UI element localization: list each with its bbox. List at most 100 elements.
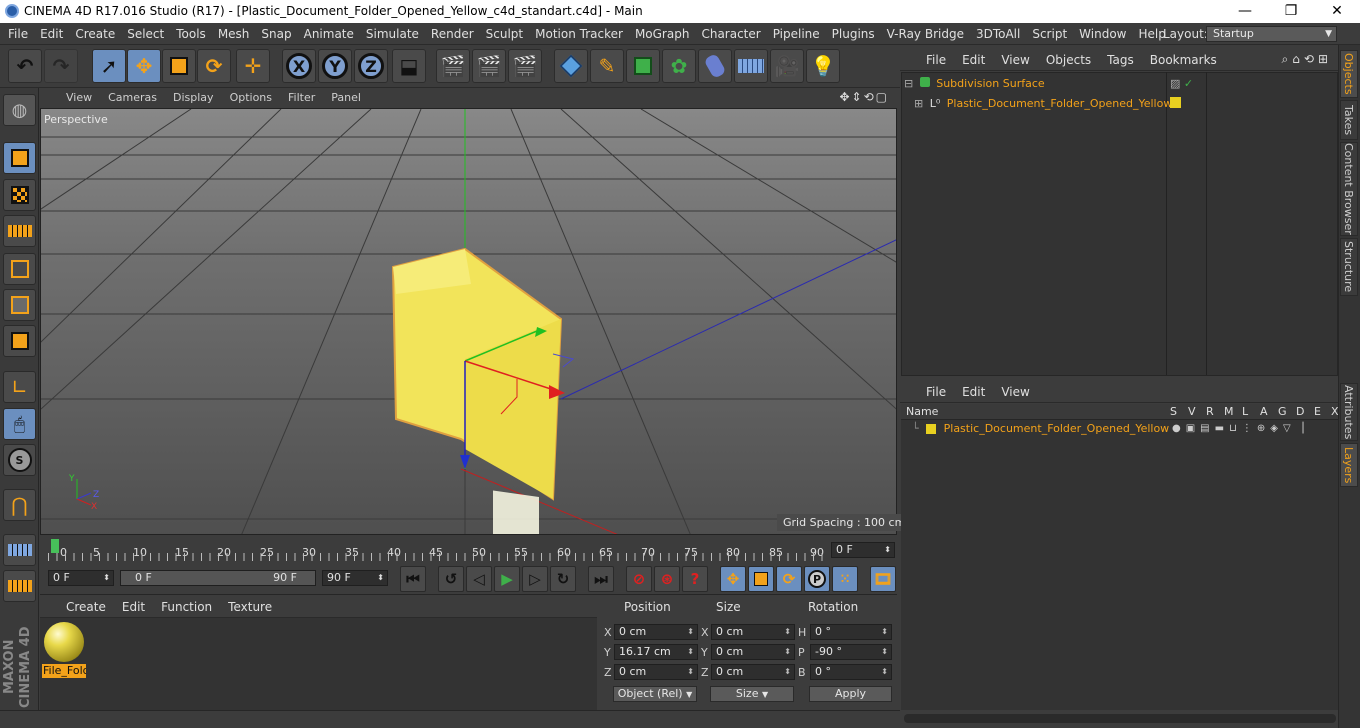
record-keys-button[interactable]: ⊘ [626, 566, 652, 592]
object-row-subdivision[interactable]: ⊟ Subdivision Surface [904, 75, 1045, 93]
menu-file[interactable]: File [2, 23, 34, 45]
make-editable-button[interactable]: ◍ [3, 94, 36, 126]
viewport-menu-cameras[interactable]: Cameras [100, 88, 165, 108]
column-view[interactable]: V [1188, 405, 1196, 418]
record-point-level-button[interactable]: ⁙ [832, 566, 858, 592]
tab-content-browser[interactable]: Content Browser [1340, 142, 1358, 236]
tab-attributes[interactable]: Attributes [1340, 383, 1358, 441]
add-light-button[interactable]: 💡 [806, 49, 840, 83]
workplane-mode-button[interactable] [3, 215, 36, 247]
menu-edit[interactable]: Edit [34, 23, 69, 45]
keyframe-selection-button[interactable]: ? [682, 566, 708, 592]
size-z-field[interactable]: 0 cm ⬍ [711, 664, 795, 680]
rotation-b-field[interactable]: 0 ° ⬍ [810, 664, 892, 680]
start-frame-field[interactable]: 0 F ⬍ [48, 570, 114, 586]
add-camera-button[interactable]: 🎥 [770, 49, 804, 83]
timeline-window-button[interactable]: 🎞 [870, 566, 896, 592]
object-menu-file[interactable]: File [918, 49, 954, 71]
subdivision-visibility-icons[interactable]: ▨ ✓ [1170, 77, 1193, 90]
playhead-marker[interactable] [51, 539, 59, 553]
column-expressions[interactable]: E [1314, 405, 1321, 418]
column-animation[interactable]: A [1260, 405, 1268, 418]
record-parameter-button[interactable]: P [804, 566, 830, 592]
menu-select[interactable]: Select [121, 23, 170, 45]
coordinate-mode-dropdown[interactable]: Object (Rel) ▼ [613, 686, 697, 702]
undo-button[interactable]: ↶ [8, 49, 42, 83]
add-subdivision-button[interactable] [626, 49, 660, 83]
object-menu-bookmarks[interactable]: Bookmarks [1142, 49, 1225, 71]
edges-mode-button[interactable] [3, 289, 36, 321]
autokeying-button[interactable]: ⊛ [654, 566, 680, 592]
model-mode-button[interactable] [3, 142, 36, 174]
redo-button[interactable]: ↷ [44, 49, 78, 83]
menu-snap[interactable]: Snap [255, 23, 297, 45]
tab-takes[interactable]: Takes [1340, 100, 1358, 140]
tab-layers[interactable]: Layers [1340, 443, 1358, 487]
material-menu-create[interactable]: Create [58, 597, 114, 618]
position-y-field[interactable]: 16.17 cm ⬍ [614, 644, 698, 660]
layer-toggle-icons[interactable]: ●▣▤▬⊔⋮⊕◈▽▕ [1172, 423, 1308, 434]
record-rotation-button[interactable]: ⟳ [776, 566, 802, 592]
y-axis-lock-button[interactable]: Y [318, 49, 352, 83]
column-render[interactable]: R [1206, 405, 1214, 418]
layout-dropdown[interactable]: Startup ▼ [1206, 26, 1337, 42]
size-y-field[interactable]: 0 cm ⬍ [711, 644, 795, 660]
rotation-h-field[interactable]: 0 ° ⬍ [810, 624, 892, 640]
previous-key-button[interactable]: ↺ [438, 566, 464, 592]
menu-create[interactable]: Create [69, 23, 121, 45]
menu-tools[interactable]: Tools [170, 23, 212, 45]
tweak-mode-button[interactable]: 🖱 [3, 408, 36, 440]
expand-icon[interactable]: ⊟ [904, 77, 913, 90]
expand-icon[interactable]: ⊞ [914, 97, 923, 110]
menu-simulate[interactable]: Simulate [360, 23, 425, 45]
workplane-axis-button[interactable] [3, 570, 36, 602]
menu-render[interactable]: Render [425, 23, 480, 45]
live-selection-button[interactable]: ➚ [92, 49, 126, 83]
current-frame-field[interactable]: 0 F ⬍ [831, 542, 895, 558]
add-cloner-button[interactable]: ✿ [662, 49, 696, 83]
play-button[interactable]: ▶ [494, 566, 520, 592]
recent-tool-button[interactable]: ✛ [236, 49, 270, 83]
layer-menu-file[interactable]: File [918, 381, 954, 403]
maximize-button[interactable]: ❐ [1268, 0, 1314, 23]
object-menu-edit[interactable]: Edit [954, 49, 993, 71]
material-menu-texture[interactable]: Texture [220, 597, 280, 618]
texture-mode-button[interactable] [3, 179, 36, 211]
close-button[interactable]: ✕ [1314, 0, 1360, 23]
menu-window[interactable]: Window [1073, 23, 1132, 45]
menu-plugins[interactable]: Plugins [826, 23, 881, 45]
layer-row[interactable]: └ Plastic_Document_Folder_Opened_Yellow [912, 421, 1169, 437]
menu-mesh[interactable]: Mesh [212, 23, 256, 45]
menu-3dtoall[interactable]: 3DToAll [970, 23, 1026, 45]
menu-script[interactable]: Script [1026, 23, 1073, 45]
end-frame-field[interactable]: 90 F ⬍ [322, 570, 388, 586]
tab-objects[interactable]: Objects [1340, 50, 1358, 98]
tab-structure[interactable]: Structure [1340, 238, 1358, 296]
coordinate-system-button[interactable]: ⬓ [392, 49, 426, 83]
add-floor-button[interactable] [734, 49, 768, 83]
preview-range-slider[interactable]: 0 F 90 F [120, 570, 316, 586]
viewport-menu-panel[interactable]: Panel [323, 88, 369, 108]
viewport-menu-view[interactable]: View [58, 88, 100, 108]
rotate-tool-button[interactable]: ⟳ [197, 49, 231, 83]
size-x-field[interactable]: 0 cm ⬍ [711, 624, 795, 640]
z-axis-lock-button[interactable]: Z [354, 49, 388, 83]
material-preview-sphere[interactable] [44, 622, 84, 662]
add-pen-spline-button[interactable]: ✎ [590, 49, 624, 83]
record-scale-button[interactable] [748, 566, 774, 592]
viewport-menu-filter[interactable]: Filter [280, 88, 323, 108]
3d-viewport[interactable]: Y Z X [40, 108, 897, 535]
column-deformers[interactable]: D [1296, 405, 1304, 418]
viewport-navigation-icons[interactable]: ✥⇕⟲▢ [839, 90, 889, 104]
menu-motion-tracker[interactable]: Motion Tracker [529, 23, 629, 45]
workplane-lock-button[interactable] [3, 534, 36, 566]
go-to-end-button[interactable]: ⏭ [588, 566, 614, 592]
column-locked[interactable]: L [1242, 405, 1248, 418]
previous-frame-button[interactable]: ◁ [466, 566, 492, 592]
viewport-menu-display[interactable]: Display [165, 88, 222, 108]
record-position-button[interactable]: ✥ [720, 566, 746, 592]
menu-mograph[interactable]: MoGraph [629, 23, 696, 45]
snap-button[interactable]: ⋂ [3, 489, 36, 521]
material-menu-edit[interactable]: Edit [114, 597, 153, 618]
layer-menu-edit[interactable]: Edit [954, 381, 993, 403]
